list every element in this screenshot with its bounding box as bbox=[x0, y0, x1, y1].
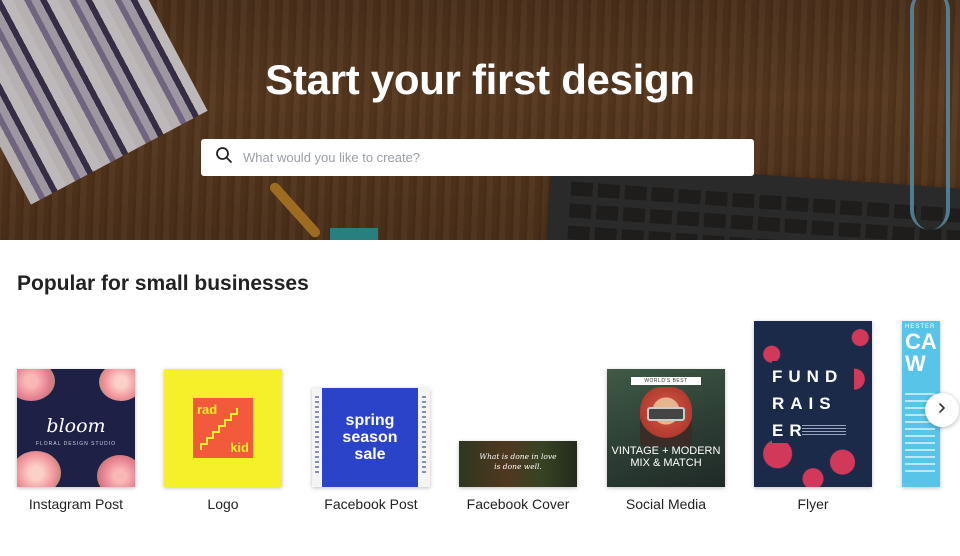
flyer-thumb-text-1: FUND bbox=[772, 367, 844, 386]
flyer-thumb-text-2: RAIS bbox=[772, 394, 837, 413]
social-thumb-header: WORLD'S BEST bbox=[631, 377, 701, 385]
design-label: Instagram Post bbox=[28, 496, 124, 512]
carousel-next-button[interactable] bbox=[925, 393, 959, 427]
chevron-right-icon bbox=[936, 401, 948, 419]
social-thumb-text: VINTAGE + MODERN MIX & MATCH bbox=[611, 445, 721, 469]
design-label: Facebook Post bbox=[324, 496, 418, 512]
design-label: Logo bbox=[207, 496, 239, 512]
facebook-cover-thumbnail: What is done in love is done well. bbox=[459, 441, 577, 487]
instagram-thumb-subtext: FLORAL DESIGN STUDIO bbox=[35, 441, 117, 447]
search-icon bbox=[215, 146, 233, 169]
facebook-post-thumbnail: spring season sale bbox=[312, 388, 430, 487]
design-label: Facebook Cover bbox=[466, 496, 570, 512]
logo-thumbnail: rad kid bbox=[164, 369, 282, 487]
flyer-thumbnail: FUND RAIS ER bbox=[754, 321, 872, 487]
logo-thumb-text-2: kid bbox=[230, 440, 249, 455]
instagram-thumb-text: bloom bbox=[46, 415, 106, 437]
page-title: Start your first design bbox=[265, 56, 695, 103]
search-bar[interactable] bbox=[201, 139, 754, 176]
instagram-post-thumbnail: bloom FLORAL DESIGN STUDIO bbox=[17, 369, 135, 487]
search-input[interactable] bbox=[243, 150, 723, 165]
facebook-cover-thumb-text: What is done in love is done well. bbox=[479, 452, 557, 471]
facebook-post-thumb-text: spring season sale bbox=[342, 412, 398, 463]
design-label: Social Media bbox=[625, 496, 707, 512]
section-title: Popular for small businesses bbox=[17, 272, 309, 295]
partial-thumb-text: CA W bbox=[905, 331, 936, 375]
partial-thumb-header: HESTER bbox=[905, 324, 936, 330]
hero-banner: Start your first design bbox=[0, 0, 960, 240]
social-media-thumbnail: WORLD'S BEST VINTAGE + MODERN MIX & MATC… bbox=[607, 369, 725, 487]
design-label: Flyer bbox=[797, 496, 829, 512]
